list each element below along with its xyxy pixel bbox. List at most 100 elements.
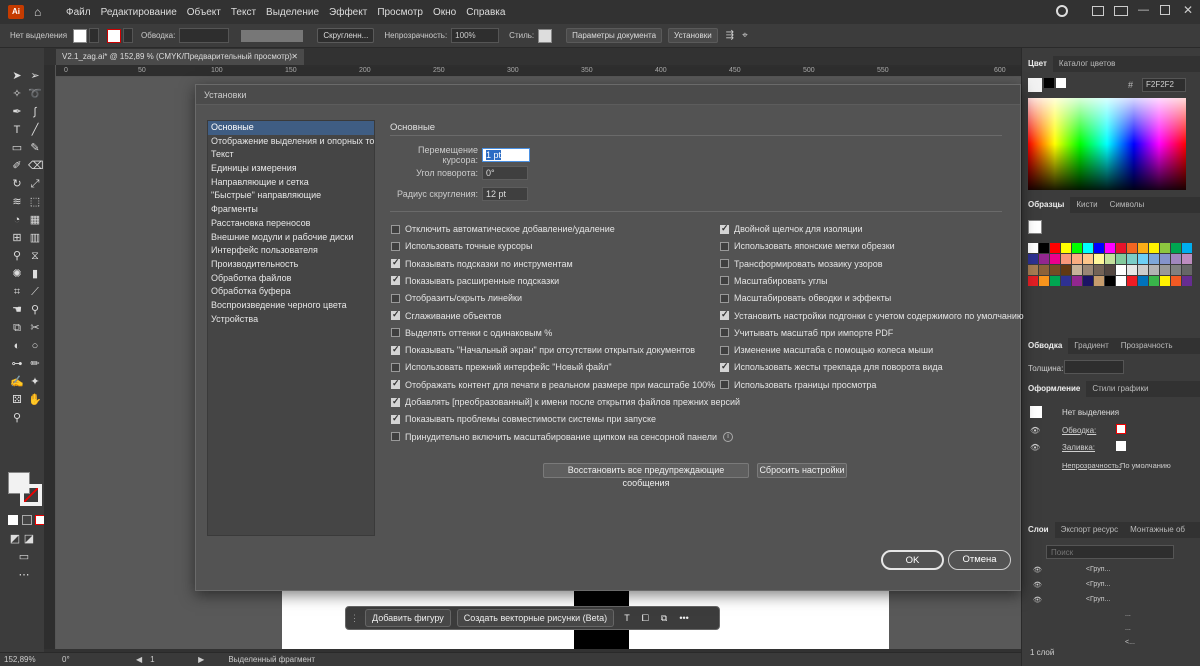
cancel-button[interactable]: Отмена — [948, 550, 1011, 570]
align-icon[interactable]: ⇶ — [726, 30, 734, 41]
layers-search-input[interactable] — [1046, 545, 1174, 559]
blob-brush-icon[interactable]: ✍ — [10, 376, 24, 388]
preference-checkbox-row[interactable]: Добавлять [преобразованный] к имени посл… — [391, 396, 740, 407]
color-swatch[interactable] — [1072, 243, 1082, 253]
checkbox-label[interactable]: Использовать прежний интерфейс "Новый фа… — [405, 362, 612, 372]
color-swatch[interactable] — [1083, 265, 1093, 275]
color-swatch[interactable] — [1138, 276, 1148, 286]
ellipse-tool-icon[interactable]: ○ — [28, 340, 42, 352]
fill-dropdown[interactable] — [89, 28, 100, 43]
nav-item-clipboard[interactable]: Обработка буфера — [208, 285, 374, 299]
reset-warnings-button[interactable]: Восстановить все предупреждающие сообщен… — [543, 463, 749, 488]
more-options-icon[interactable]: ••• — [679, 613, 688, 623]
tab-transparency[interactable]: Прозрачность — [1115, 338, 1179, 354]
color-swatch[interactable] — [1182, 265, 1192, 275]
preference-checkbox-row[interactable]: Масштабировать обводки и эффекты — [720, 293, 891, 303]
checkbox-label[interactable]: Трансформировать мозаику узоров — [734, 259, 883, 269]
constrain-angle-input[interactable]: 0° — [482, 166, 528, 180]
color-swatch[interactable] — [1028, 265, 1038, 275]
mesh-tool-icon[interactable]: ⊞ — [10, 232, 24, 244]
color-swatch[interactable] — [1171, 276, 1181, 286]
preference-checkbox-row[interactable]: Использовать жесты трекпада для поворота… — [720, 361, 943, 372]
slice-tool-icon[interactable]: ⟋ — [28, 286, 42, 298]
preference-checkbox-row[interactable]: Отобразить/скрыть линейки — [391, 293, 522, 303]
checkbox-label[interactable]: Использовать границы просмотра — [734, 380, 876, 390]
thickness-input[interactable] — [1064, 360, 1124, 374]
drag-handle-icon[interactable]: ⋮ — [350, 613, 359, 624]
checkbox-unchecked[interactable] — [720, 328, 729, 338]
color-swatch[interactable] — [1094, 276, 1104, 286]
checkbox-label[interactable]: Принудительно включить масштабирование щ… — [405, 432, 717, 442]
draw-mode-icon[interactable]: ◩ — [8, 533, 22, 545]
color-swatch[interactable] — [1171, 265, 1181, 275]
color-swatch[interactable] — [1171, 243, 1181, 253]
checkbox-unchecked[interactable] — [391, 432, 400, 442]
color-swatch[interactable] — [1050, 243, 1060, 253]
color-swatch[interactable] — [1160, 265, 1170, 275]
shape-builder-icon[interactable]: ◔ — [10, 214, 24, 226]
graph-tool-icon[interactable]: ▮ — [28, 268, 42, 280]
color-swatch[interactable] — [1138, 254, 1148, 264]
color-swatch[interactable] — [1138, 265, 1148, 275]
visibility-eye-icon[interactable]: 👁 — [1030, 443, 1040, 452]
dice-icon[interactable]: ⚄ — [10, 394, 24, 406]
checkbox-label[interactable]: Использовать точные курсоры — [405, 241, 532, 251]
hand-pan-icon[interactable]: ✋ — [28, 394, 42, 406]
free-transform-icon[interactable]: ⬚ — [28, 196, 42, 208]
rotate-tool-icon[interactable]: ↻ — [10, 178, 24, 190]
checkbox-checked[interactable] — [391, 309, 400, 320]
preference-checkbox-row[interactable]: Показывать расширенные подсказки — [391, 274, 559, 286]
nav-item-selection-display[interactable]: Отображение выделения и опорных точек — [208, 135, 374, 149]
preference-checkbox-row[interactable]: Отображать контент для печати в реальном… — [391, 378, 715, 390]
color-swatch[interactable] — [1105, 265, 1115, 275]
maximize-icon[interactable] — [1160, 5, 1170, 15]
checkbox-label[interactable]: Масштабировать углы — [734, 276, 828, 286]
close-icon[interactable]: ✕ — [1183, 3, 1193, 17]
checkbox-checked[interactable] — [391, 396, 400, 407]
hex-input[interactable]: F2F2F2 — [1142, 78, 1186, 92]
appearance-opacity-label[interactable]: Непрозрачность: — [1062, 461, 1121, 470]
color-swatch[interactable] — [1127, 243, 1137, 253]
artboard-tool-icon[interactable]: ⌗ — [10, 286, 24, 298]
preference-checkbox-row[interactable]: Выделять оттенки с одинаковым % — [391, 328, 552, 338]
crop-icon[interactable]: ⧠ — [642, 613, 649, 624]
preference-checkbox-row[interactable]: Использовать прежний интерфейс "Новый фа… — [391, 362, 612, 372]
zoom-level[interactable]: 152,89% — [4, 655, 50, 664]
swatches-fill-preview[interactable] — [1028, 220, 1042, 234]
preference-checkbox-row[interactable]: Трансформировать мозаику узоров — [720, 259, 883, 269]
preference-checkbox-row[interactable]: Показывать подсказки по инструментам — [391, 257, 573, 269]
color-swatch[interactable] — [1160, 276, 1170, 286]
visibility-eye-icon[interactable]: 👁 — [1033, 566, 1042, 574]
nav-item-file-handling[interactable]: Обработка файлов — [208, 272, 374, 286]
magic-wand-icon[interactable]: ✧ — [10, 88, 24, 100]
visibility-eye-icon[interactable]: 👁 — [1033, 581, 1042, 589]
nav-item-slices[interactable]: Фрагменты — [208, 203, 374, 217]
appearance-fill-label[interactable]: Заливка: — [1062, 443, 1095, 452]
preference-checkbox-row[interactable]: Показывать "Начальный экран" при отсутст… — [391, 344, 695, 355]
checkbox-label[interactable]: Использовать жесты трекпада для поворота… — [734, 362, 943, 372]
preference-checkbox-row[interactable]: Масштабировать углы — [720, 276, 828, 286]
stroke-swatch-dropdown[interactable] — [123, 28, 134, 43]
direct-selection-tool-icon[interactable]: ➢ — [28, 70, 42, 82]
pen-tool-icon[interactable]: ✒ — [10, 106, 24, 118]
more-tools-icon[interactable]: ⋯ — [17, 569, 31, 581]
transform-icon[interactable]: ⌖ — [742, 30, 748, 41]
color-swatch[interactable] — [1083, 243, 1093, 253]
color-swatch[interactable] — [1039, 276, 1049, 286]
tab-gradient[interactable]: Градиент — [1068, 338, 1114, 354]
preference-checkbox-row[interactable]: Использовать точные курсоры — [391, 241, 532, 251]
preference-checkbox-row[interactable]: Показывать проблемы совместимости систем… — [391, 413, 656, 424]
checkbox-checked[interactable] — [391, 344, 400, 355]
checkbox-unchecked[interactable] — [391, 362, 400, 372]
color-swatch[interactable] — [1039, 243, 1049, 253]
color-swatch[interactable] — [1105, 243, 1115, 253]
width-tool-icon[interactable]: ≋ — [10, 196, 24, 208]
stroke-color-box[interactable] — [20, 484, 42, 506]
shaper-tool-icon[interactable]: ✐ — [10, 160, 24, 172]
color-swatch[interactable] — [1050, 265, 1060, 275]
brush-preview[interactable] — [241, 29, 304, 42]
workspace-icon[interactable] — [1092, 6, 1104, 16]
color-swatch[interactable] — [1127, 276, 1137, 286]
color-swatch[interactable] — [1127, 265, 1137, 275]
artboard-number[interactable]: 1 — [150, 655, 190, 664]
